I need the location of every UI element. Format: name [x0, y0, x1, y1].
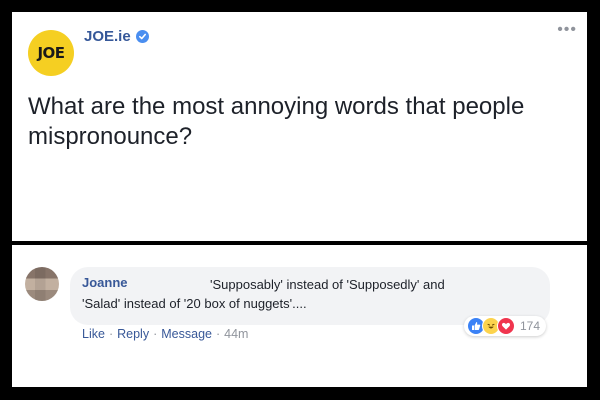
more-options-icon[interactable]: ••• — [557, 22, 577, 38]
reply-link[interactable]: Reply — [117, 327, 149, 341]
separator: · — [153, 327, 158, 341]
comment-card: Joanne 'Supposably' instead of 'Supposed… — [12, 245, 587, 387]
message-link[interactable]: Message — [161, 327, 212, 341]
post-card: JOE JOE.ie ••• What are the most annoyin… — [12, 12, 587, 241]
comment-timestamp[interactable]: 44m — [224, 327, 248, 341]
separator: · — [108, 327, 114, 341]
like-link[interactable]: Like — [82, 327, 105, 341]
page-avatar[interactable]: JOE — [28, 30, 74, 76]
commenter-avatar[interactable] — [25, 267, 59, 301]
verified-badge-icon — [135, 30, 149, 43]
page-header: JOE.ie — [84, 28, 149, 45]
post-text: What are the most annoying words that pe… — [28, 93, 525, 150]
love-reaction-icon — [497, 317, 515, 335]
page-avatar-text: JOE — [37, 44, 65, 62]
comment-actions: Like · Reply · Message · 44m — [82, 327, 248, 341]
separator: · — [215, 327, 221, 341]
reaction-count: 174 — [520, 319, 541, 333]
page-name-link[interactable]: JOE.ie — [84, 28, 131, 45]
comment-text: 'Supposably' instead of 'Supposedly' and… — [82, 277, 445, 311]
reactions-summary[interactable]: 174 — [464, 316, 547, 336]
